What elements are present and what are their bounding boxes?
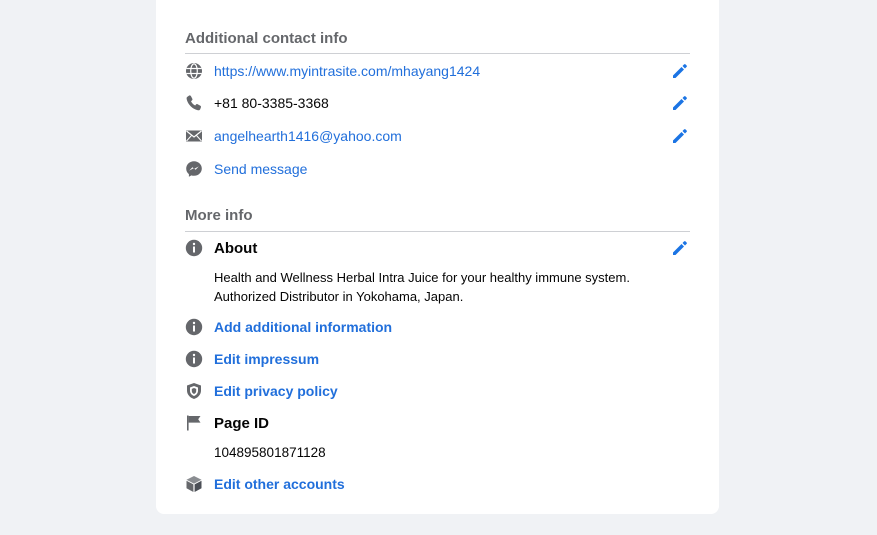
edit-about-button[interactable] (669, 237, 691, 259)
page-id-row: Page ID (184, 412, 691, 434)
website-row: https://www.myintrasite.com/mhayang1424 (184, 60, 691, 82)
edit-impressum-link[interactable]: Edit impressum (214, 351, 319, 367)
info-icon (184, 349, 204, 369)
phone-number: +81 80-3385-3368 (214, 95, 329, 111)
add-additional-info-link[interactable]: Add additional information (214, 319, 392, 335)
globe-icon (184, 61, 204, 81)
edit-email-button[interactable] (669, 125, 691, 147)
about-row: About (184, 237, 691, 259)
flag-icon (184, 413, 204, 433)
shield-icon (184, 381, 204, 401)
phone-icon (184, 93, 204, 113)
website-link[interactable]: https://www.myintrasite.com/mhayang1424 (214, 63, 480, 79)
add-info-row: Add additional information (184, 316, 691, 338)
email-row: angelhearth1416@yahoo.com (184, 125, 691, 147)
privacy-row: Edit privacy policy (184, 380, 691, 402)
about-text: Health and Wellness Herbal Intra Juice f… (214, 268, 630, 306)
info-icon (184, 238, 204, 258)
send-message-link[interactable]: Send message (214, 161, 307, 177)
about-line-1: Health and Wellness Herbal Intra Juice f… (214, 270, 630, 285)
contact-section-title: Additional contact info (185, 30, 348, 47)
edit-privacy-policy-link[interactable]: Edit privacy policy (214, 383, 338, 399)
pencil-icon (673, 129, 687, 143)
contact-divider (185, 53, 690, 54)
email-link[interactable]: angelhearth1416@yahoo.com (214, 128, 402, 144)
page-id-value: 104895801871128 (214, 445, 326, 460)
mail-icon (184, 126, 204, 146)
about-heading: About (214, 239, 258, 257)
other-accounts-row: Edit other accounts (184, 473, 691, 495)
edit-other-accounts-link[interactable]: Edit other accounts (214, 476, 345, 492)
pencil-icon (673, 241, 687, 255)
edit-website-button[interactable] (669, 60, 691, 82)
more-info-divider (185, 231, 690, 232)
send-message-row: Send message (184, 158, 691, 180)
cube-icon (184, 474, 204, 494)
edit-phone-button[interactable] (669, 92, 691, 114)
about-line-2: Authorized Distributor in Yokohama, Japa… (214, 289, 464, 304)
page-id-heading: Page ID (214, 414, 270, 432)
phone-row: +81 80-3385-3368 (184, 92, 691, 114)
more-info-section-title: More info (185, 207, 253, 224)
impressum-row: Edit impressum (184, 348, 691, 370)
pencil-icon (673, 96, 687, 110)
page-info-card: Additional contact info https://www.myin… (156, 0, 719, 514)
pencil-icon (673, 64, 687, 78)
messenger-icon (184, 159, 204, 179)
info-icon (184, 317, 204, 337)
